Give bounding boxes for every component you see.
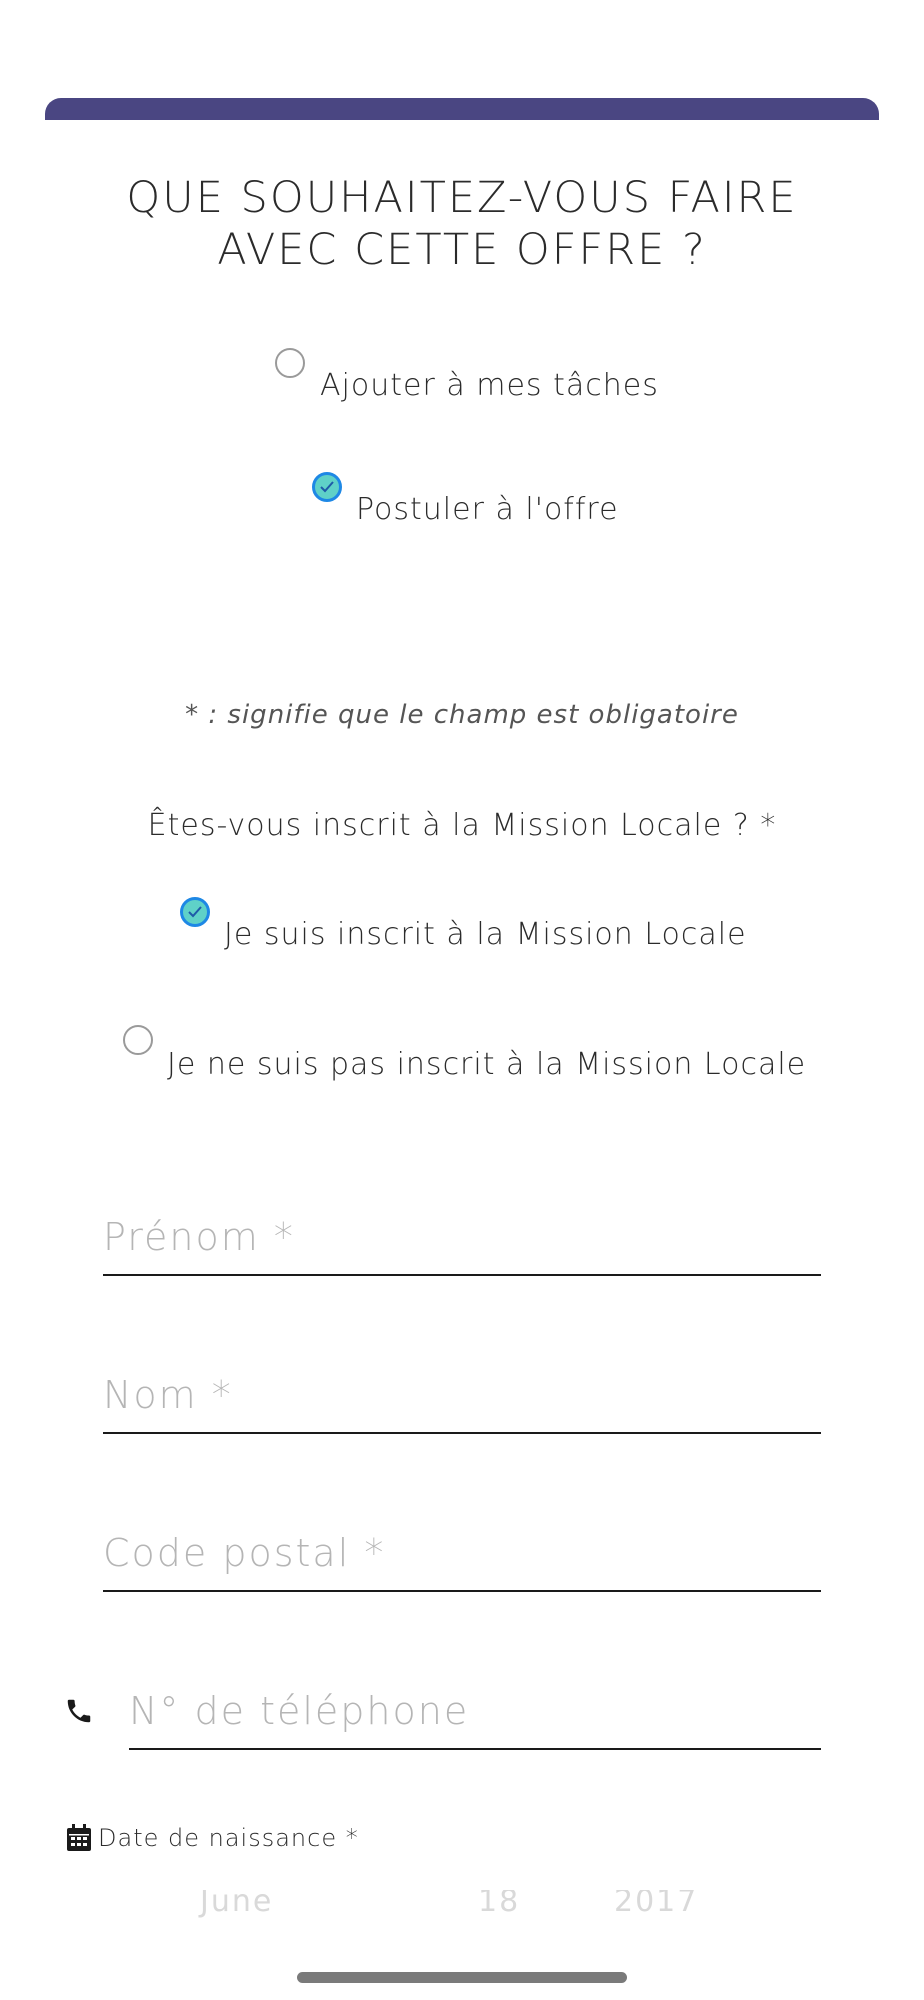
title-line-1: QUE SOUHAITEZ-VOUS FAIRE [126,173,798,223]
home-indicator [297,1972,627,1983]
radio-option-add-to-tasks[interactable]: Ajouter à mes tâches [275,348,658,408]
picker-day[interactable]: 18 [478,1890,520,1919]
radio-option-apply[interactable]: Postuler à l'offre [312,472,632,532]
birth-date-label: Date de naissance * [98,1824,359,1852]
picker-month[interactable]: June [200,1890,273,1919]
calendar-icon [67,1824,91,1851]
radio-button-unchecked[interactable] [123,1025,153,1055]
phone-icon [67,1699,91,1723]
radio-label: Je suis inscrit à la Mission Locale [224,917,747,952]
check-icon [320,481,334,493]
page-title: QUE SOUHAITEZ-VOUS FAIRE AVEC CETTE OFFR… [60,172,864,276]
postal-code-input[interactable] [103,1528,821,1592]
phone-field-wrap [129,1686,821,1750]
mission-locale-question: Êtes-vous inscrit à la Mission Locale ? … [147,808,777,843]
birth-date-picker[interactable]: June 18 2017 [150,1890,774,1926]
first-name-field-wrap [103,1212,821,1276]
radio-button-unchecked[interactable] [275,348,305,378]
radio-button-checked[interactable] [312,472,342,502]
first-name-input[interactable] [103,1212,821,1276]
title-line-2: AVEC CETTE OFFRE ? [217,225,707,275]
check-icon [188,906,202,918]
radio-label: Ajouter à mes tâches [320,368,659,403]
radio-label: Je ne suis pas inscrit à la Mission Loca… [167,1047,807,1082]
picker-year[interactable]: 2017 [614,1890,698,1919]
phone-input[interactable] [129,1686,821,1750]
last-name-input[interactable] [103,1370,821,1434]
radio-label: Postuler à l'offre [356,492,619,527]
header-accent-bar [45,98,879,120]
radio-button-checked[interactable] [180,897,210,927]
last-name-field-wrap [103,1370,821,1434]
radio-option-not-registered[interactable]: Je ne suis pas inscrit à la Mission Loca… [123,1025,823,1085]
required-field-note: * : signifie que le champ est obligatoir… [185,700,739,730]
postal-code-field-wrap [103,1528,821,1592]
radio-option-registered[interactable]: Je suis inscrit à la Mission Locale [180,897,760,957]
